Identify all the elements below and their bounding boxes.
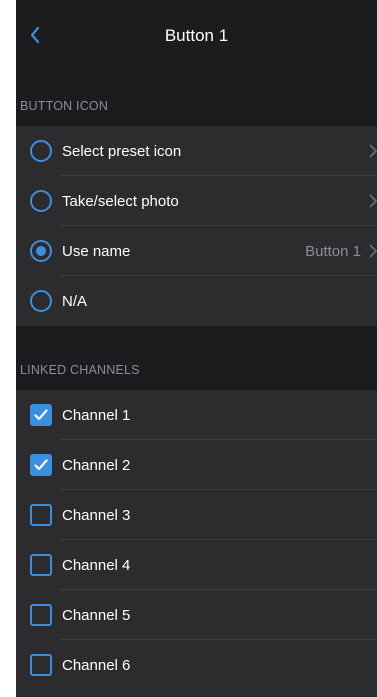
radio-take-select-photo[interactable] <box>30 190 52 212</box>
option-take-select-photo[interactable]: Take/select photo <box>16 176 377 226</box>
linked-channels-list: Channel 1 Channel 2 Channel 3 Channel 4 … <box>16 390 377 697</box>
channel-row-2[interactable]: Channel 2 <box>16 440 377 490</box>
checkmark-icon <box>34 459 48 471</box>
channel-label: Channel 3 <box>62 506 131 524</box>
channel-row-5[interactable]: Channel 5 <box>16 590 377 640</box>
checkbox-channel-3[interactable] <box>30 504 52 526</box>
option-label: Take/select photo <box>62 192 179 210</box>
button-icon-list: Select preset icon Take/select photo Use… <box>16 126 377 326</box>
radio-use-name[interactable] <box>30 240 52 262</box>
option-select-preset-icon[interactable]: Select preset icon <box>16 126 377 176</box>
channel-label: Channel 2 <box>62 456 131 474</box>
channel-row-1[interactable]: Channel 1 <box>16 390 377 440</box>
option-label: Select preset icon <box>62 142 182 160</box>
checkbox-channel-5[interactable] <box>30 604 52 626</box>
channel-row-4[interactable]: Channel 4 <box>16 540 377 590</box>
option-use-name[interactable]: Use name Button 1 <box>16 226 377 276</box>
channel-label: Channel 6 <box>62 656 131 674</box>
radio-select-preset-icon[interactable] <box>30 140 52 162</box>
radio-selected-dot <box>36 246 46 256</box>
checkbox-channel-1[interactable] <box>30 404 52 426</box>
checkmark-icon <box>34 409 48 421</box>
navigation-bar: Button 1 <box>16 0 377 78</box>
option-na[interactable]: N/A <box>16 276 377 326</box>
section-header-linked-channels: LINKED CHANNELS <box>20 363 140 377</box>
page-title: Button 1 <box>164 26 229 45</box>
channel-label: Channel 1 <box>62 406 131 424</box>
chevron-right-icon <box>363 191 377 211</box>
option-value: Button 1 <box>305 242 361 260</box>
channel-row-6[interactable]: Channel 6 <box>16 640 377 690</box>
channel-row-3[interactable]: Channel 3 <box>16 490 377 540</box>
checkbox-channel-6[interactable] <box>30 654 52 676</box>
channel-label: Channel 5 <box>62 606 131 624</box>
chevron-right-icon <box>363 241 377 261</box>
checkbox-channel-4[interactable] <box>30 554 52 576</box>
channel-label: Channel 4 <box>62 556 131 574</box>
option-label: Use name <box>62 242 131 260</box>
option-label: N/A <box>62 292 88 310</box>
checkbox-channel-2[interactable] <box>30 454 52 476</box>
section-header-button-icon: BUTTON ICON <box>20 99 109 113</box>
radio-na[interactable] <box>30 290 52 312</box>
chevron-right-icon <box>363 141 377 161</box>
screen: Button 1 BUTTON ICON Select preset icon … <box>16 0 377 697</box>
